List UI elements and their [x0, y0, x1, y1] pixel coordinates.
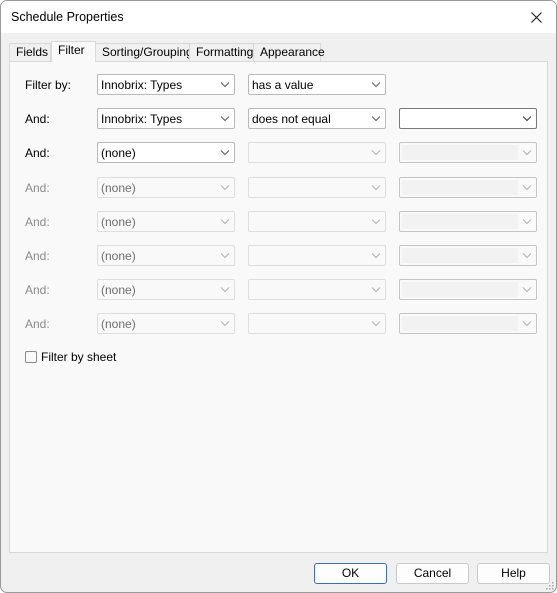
tab-formatting[interactable]: Formatting [189, 43, 254, 61]
filter-field-value: (none) [101, 283, 136, 297]
chevron-down-icon [371, 321, 381, 327]
filter-condition-dropdown[interactable] [248, 313, 386, 334]
filter-row-label: And: [25, 181, 50, 195]
filter-row-label: Filter by: [25, 78, 72, 92]
filter-condition-dropdown[interactable] [248, 245, 386, 266]
filter-condition-dropdown[interactable] [248, 142, 386, 163]
resize-grip-icon[interactable] [546, 582, 554, 590]
chevron-down-icon [371, 82, 381, 88]
tab-fields[interactable]: Fields [9, 43, 51, 61]
chevron-down-icon [220, 287, 230, 293]
value-field-inner [402, 248, 518, 263]
filter-field-dropdown[interactable]: (none) [97, 142, 235, 163]
title-bar: Schedule Properties [1, 1, 556, 33]
filter-condition-dropdown[interactable] [248, 211, 386, 232]
chevron-down-icon [220, 219, 230, 225]
tab-label: Appearance [260, 45, 325, 59]
tab-filter[interactable]: Filter [51, 41, 96, 62]
filter-panel: Filter by sheet Filter by: Innobrix: Type… [9, 61, 548, 553]
tab-sorting-grouping[interactable]: Sorting/Grouping [95, 43, 193, 61]
chevron-down-icon [371, 219, 381, 225]
filter-value-dropdown[interactable] [399, 245, 537, 266]
filter-field-value: (none) [101, 146, 136, 160]
filter-value-dropdown[interactable] [399, 177, 537, 198]
filter-condition-dropdown[interactable] [248, 279, 386, 300]
filter-field-value: (none) [101, 181, 136, 195]
value-field-inner [402, 214, 518, 229]
filter-field-dropdown[interactable]: (none) [97, 279, 235, 300]
filter-field-value: (none) [101, 317, 136, 331]
filter-by-sheet-checkbox[interactable] [25, 351, 37, 363]
tab-label: Sorting/Grouping [102, 45, 193, 59]
filter-value-dropdown[interactable] [399, 279, 537, 300]
chevron-down-icon [522, 321, 532, 327]
filter-row-label: And: [25, 146, 50, 160]
filter-field-value: (none) [101, 215, 136, 229]
filter-condition-dropdown[interactable]: has a value [248, 74, 386, 95]
cancel-button[interactable]: Cancel [396, 563, 469, 584]
chevron-down-icon [220, 185, 230, 191]
filter-field-value: (none) [101, 249, 136, 263]
filter-condition-value: has a value [252, 78, 314, 92]
filter-by-sheet-label: Filter by sheet [41, 350, 117, 364]
chevron-down-icon [371, 287, 381, 293]
filter-row-label: And: [25, 112, 50, 126]
chevron-down-icon [371, 185, 381, 191]
filter-condition-dropdown[interactable]: does not equal [248, 108, 386, 129]
value-field-inner [402, 282, 518, 297]
chevron-down-icon [522, 219, 532, 225]
filter-row-label: And: [25, 283, 50, 297]
chevron-down-icon [522, 253, 532, 259]
chevron-down-icon [522, 116, 532, 122]
filter-row-label: And: [25, 317, 50, 331]
value-field-inner [402, 316, 518, 331]
chevron-down-icon [522, 150, 532, 156]
filter-condition-dropdown[interactable] [248, 177, 386, 198]
filter-row-label: And: [25, 215, 50, 229]
chevron-down-icon [371, 150, 381, 156]
filter-field-dropdown[interactable]: (none) [97, 313, 235, 334]
chevron-down-icon [220, 150, 230, 156]
filter-field-dropdown[interactable]: Innobrix: Types [97, 74, 235, 95]
chevron-down-icon [220, 116, 230, 122]
schedule-properties-dialog: Schedule Properties Fields Filter Sortin… [0, 0, 557, 593]
tab-label: Fields [16, 45, 49, 59]
filter-value-dropdown[interactable] [399, 108, 537, 129]
filter-field-value: Innobrix: Types [101, 112, 183, 126]
chevron-down-icon [220, 253, 230, 259]
filter-value-dropdown[interactable] [399, 313, 537, 334]
tab-appearance[interactable]: Appearance [253, 43, 325, 61]
chevron-down-icon [220, 321, 230, 327]
ok-button[interactable]: OK [314, 563, 387, 584]
close-button[interactable] [516, 1, 556, 33]
filter-condition-value: does not equal [252, 112, 331, 126]
filter-value-dropdown[interactable] [399, 142, 537, 163]
chevron-down-icon [371, 253, 381, 259]
help-button[interactable]: Help [477, 563, 550, 584]
filter-field-dropdown[interactable]: (none) [97, 211, 235, 232]
tab-label: Formatting [196, 45, 254, 59]
value-field-inner [402, 180, 518, 195]
filter-field-dropdown[interactable]: (none) [97, 245, 235, 266]
tab-label: Filter [58, 43, 85, 57]
chevron-down-icon [220, 82, 230, 88]
chevron-down-icon [522, 287, 532, 293]
close-icon [530, 11, 542, 23]
filter-row-label: And: [25, 249, 50, 263]
chevron-down-icon [371, 116, 381, 122]
dialog-title: Schedule Properties [11, 10, 124, 24]
filter-field-dropdown[interactable]: (none) [97, 177, 235, 198]
filter-field-value: Innobrix: Types [101, 78, 183, 92]
filter-field-dropdown[interactable]: Innobrix: Types [97, 108, 235, 129]
value-field-inner [402, 145, 518, 160]
chevron-down-icon [522, 185, 532, 191]
filter-value-dropdown[interactable] [399, 211, 537, 232]
